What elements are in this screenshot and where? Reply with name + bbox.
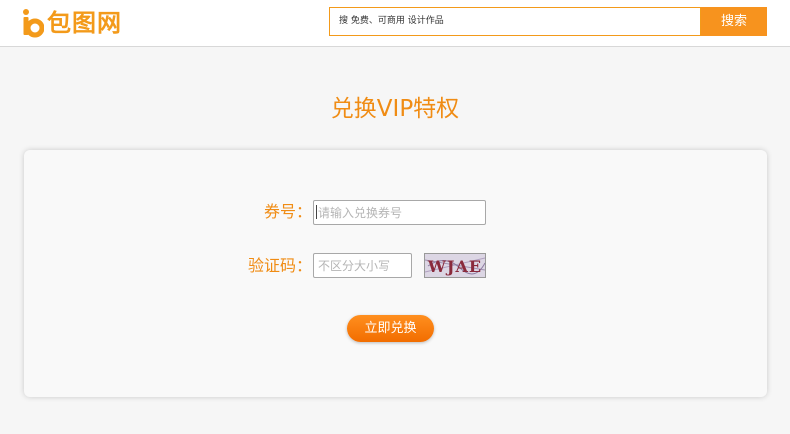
logo-text: 包图网 — [47, 9, 122, 37]
captcha-image[interactable]: WJAE — [424, 253, 486, 278]
search-placeholder: 搜 免费、可商用 设计作品 — [339, 16, 444, 26]
coupon-input[interactable] — [313, 200, 486, 225]
coupon-label: 券号： — [263, 202, 312, 221]
captcha-text: WJAE — [427, 257, 482, 276]
page-title: 兑换VIP特权 — [330, 96, 460, 122]
site-logo[interactable]: 包图网 — [22, 7, 122, 39]
search-input[interactable]: 搜 免费、可商用 设计作品 — [329, 7, 701, 36]
captcha-graphic: WJAE — [425, 257, 485, 276]
redeem-button[interactable]: 立即兑换 — [347, 315, 434, 342]
top-header: 包图网 搜 免费、可商用 设计作品 搜索 — [0, 0, 790, 47]
text-caret — [316, 205, 317, 219]
search-button[interactable]: 搜索 — [701, 7, 767, 36]
captcha-label: 验证码： — [247, 256, 312, 275]
logo-icon — [22, 8, 45, 38]
captcha-input[interactable] — [313, 253, 412, 278]
